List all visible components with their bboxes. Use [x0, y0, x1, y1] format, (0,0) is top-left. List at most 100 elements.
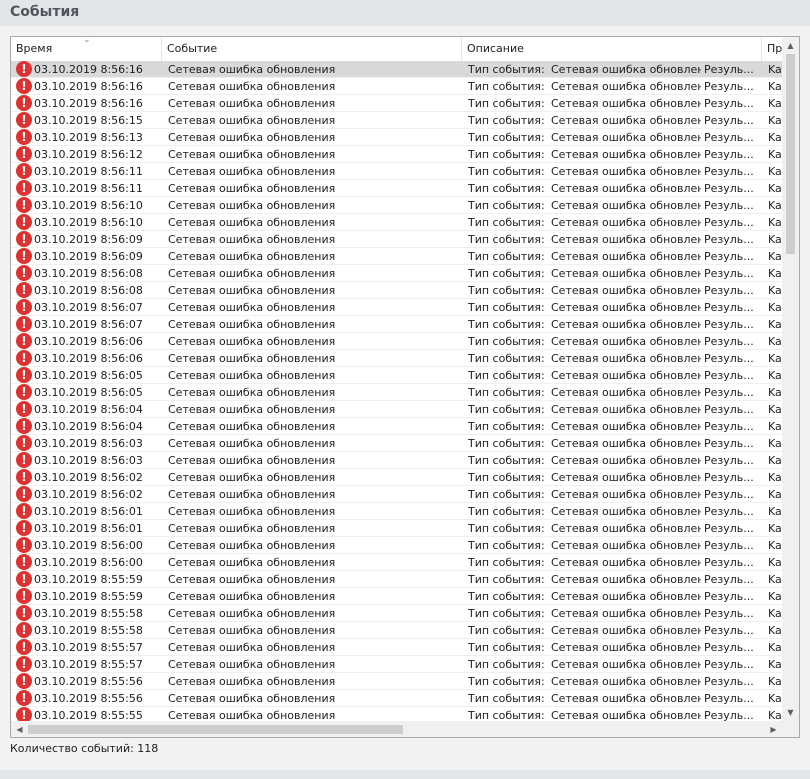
table-row[interactable]: ! 03.10.2019 8:55:58 Сетевая ошибка обновл…	[11, 622, 782, 639]
table-row[interactable]: ! 03.10.2019 8:56:01 Сетевая ошибка обновл…	[11, 503, 782, 520]
table-row[interactable]: ! 03.10.2019 8:56:03 Сетевая ошибка обновл…	[11, 452, 782, 469]
cell-event: Сетевая ошибка обновления	[168, 182, 336, 195]
table-row[interactable]: ! 03.10.2019 8:56:05 Сетевая ошибка обновл…	[11, 384, 782, 401]
horizontal-scrollbar[interactable]: ◀ ▶	[11, 721, 782, 737]
table-row[interactable]: ! 03.10.2019 8:55:59 Сетевая ошибка обновл…	[11, 571, 782, 588]
table-row[interactable]: ! 03.10.2019 8:56:16 Сетевая ошибка обновл…	[11, 61, 782, 78]
table-row[interactable]: ! 03.10.2019 8:56:10 Сетевая ошибка обновл…	[11, 214, 782, 231]
table-row[interactable]: ! 03.10.2019 8:56:03 Сетевая ошибка обновл…	[11, 435, 782, 452]
cell-product: Kas	[768, 301, 782, 314]
table-row[interactable]: ! 03.10.2019 8:55:56 Сетевая ошибка обновл…	[11, 690, 782, 707]
table-row[interactable]: ! 03.10.2019 8:56:07 Сетевая ошибка обновл…	[11, 316, 782, 333]
cell-product: Kas	[768, 369, 782, 382]
cell-description-type-value: Сетевая ошибка обновления	[551, 471, 701, 484]
cell-product: Kas	[768, 488, 782, 501]
table-row[interactable]: ! 03.10.2019 8:56:06 Сетевая ошибка обновл…	[11, 333, 782, 350]
column-header-time[interactable]: Время ⌄	[11, 37, 162, 61]
scroll-down-arrow-icon[interactable]: ▼	[782, 704, 799, 721]
cell-event: Сетевая ошибка обновления	[168, 199, 336, 212]
cell-time: 03.10.2019 8:56:11	[34, 182, 143, 195]
table-row[interactable]: ! 03.10.2019 8:56:10 Сетевая ошибка обновл…	[11, 197, 782, 214]
table-row[interactable]: ! 03.10.2019 8:56:05 Сетевая ошибка обновл…	[11, 367, 782, 384]
table-row[interactable]: ! 03.10.2019 8:55:58 Сетевая ошибка обновл…	[11, 605, 782, 622]
error-icon: !	[16, 333, 32, 349]
cell-description-type-label: Тип события:	[468, 505, 545, 518]
table-row[interactable]: ! 03.10.2019 8:56:04 Сетевая ошибка обновл…	[11, 401, 782, 418]
cell-time: 03.10.2019 8:56:16	[34, 63, 143, 76]
error-icon: !	[16, 639, 32, 655]
table-row[interactable]: ! 03.10.2019 8:55:59 Сетевая ошибка обновл…	[11, 588, 782, 605]
cell-description-result: Резуль...	[704, 335, 754, 348]
column-header-event[interactable]: Событие	[162, 37, 462, 61]
table-row[interactable]: ! 03.10.2019 8:56:01 Сетевая ошибка обновл…	[11, 520, 782, 537]
column-header-description[interactable]: Описание	[462, 37, 762, 61]
error-icon: !	[16, 486, 32, 502]
table-row[interactable]: ! 03.10.2019 8:56:00 Сетевая ошибка обновл…	[11, 554, 782, 571]
vertical-scroll-thumb[interactable]	[786, 54, 795, 254]
cell-description-type-value: Сетевая ошибка обновления	[551, 386, 701, 399]
error-icon: !	[16, 265, 32, 281]
vertical-scrollbar[interactable]: ▲ ▼	[782, 37, 799, 721]
table-row[interactable]: ! 03.10.2019 8:56:16 Сетевая ошибка обновл…	[11, 95, 782, 112]
cell-description-type-label: Тип события:	[468, 641, 545, 654]
cell-description-type-value: Сетевая ошибка обновления	[551, 692, 701, 705]
events-list[interactable]: Время ⌄ Событие Описание Про ! 03.10.2019…	[10, 36, 800, 738]
cell-time: 03.10.2019 8:56:02	[34, 488, 143, 501]
panel-header: События	[0, 0, 810, 26]
cell-time: 03.10.2019 8:56:07	[34, 318, 143, 331]
table-row[interactable]: ! 03.10.2019 8:56:16 Сетевая ошибка обновл…	[11, 78, 782, 95]
table-row[interactable]: ! 03.10.2019 8:56:09 Сетевая ошибка обновл…	[11, 231, 782, 248]
error-icon: !	[16, 231, 32, 247]
cell-description-result: Резуль...	[704, 199, 754, 212]
table-row[interactable]: ! 03.10.2019 8:56:07 Сетевая ошибка обновл…	[11, 299, 782, 316]
cell-description-type-value: Сетевая ошибка обновления	[551, 590, 701, 603]
cell-description-type-value: Сетевая ошибка обновления	[551, 131, 701, 144]
table-row[interactable]: ! 03.10.2019 8:56:11 Сетевая ошибка обновл…	[11, 163, 782, 180]
cell-description-result: Резуль...	[704, 488, 754, 501]
cell-description-type-label: Тип события:	[468, 454, 545, 467]
table-row[interactable]: ! 03.10.2019 8:56:04 Сетевая ошибка обновл…	[11, 418, 782, 435]
error-icon: !	[16, 163, 32, 179]
cell-time: 03.10.2019 8:56:09	[34, 233, 143, 246]
table-row[interactable]: ! 03.10.2019 8:56:11 Сетевая ошибка обновл…	[11, 180, 782, 197]
scroll-right-arrow-icon[interactable]: ▶	[765, 721, 782, 737]
table-row[interactable]: ! 03.10.2019 8:55:57 Сетевая ошибка обновл…	[11, 639, 782, 656]
table-row[interactable]: ! 03.10.2019 8:55:55 Сетевая ошибка обновл…	[11, 707, 782, 721]
scroll-left-arrow-icon[interactable]: ◀	[11, 721, 28, 737]
table-row[interactable]: ! 03.10.2019 8:56:08 Сетевая ошибка обновл…	[11, 282, 782, 299]
cell-description-type-label: Тип события:	[468, 182, 545, 195]
cell-product: Kas	[768, 182, 782, 195]
cell-description-type-label: Тип события:	[468, 369, 545, 382]
cell-time: 03.10.2019 8:55:56	[34, 675, 143, 688]
cell-event: Сетевая ошибка обновления	[168, 539, 336, 552]
table-row[interactable]: ! 03.10.2019 8:56:13 Сетевая ошибка обновл…	[11, 129, 782, 146]
cell-time: 03.10.2019 8:56:16	[34, 80, 143, 93]
cell-description-result: Резуль...	[704, 658, 754, 671]
table-row[interactable]: ! 03.10.2019 8:56:08 Сетевая ошибка обновл…	[11, 265, 782, 282]
cell-description-type-label: Тип события:	[468, 335, 545, 348]
horizontal-scroll-thumb[interactable]	[28, 725, 403, 734]
error-icon: !	[16, 418, 32, 434]
table-row[interactable]: ! 03.10.2019 8:56:09 Сетевая ошибка обновл…	[11, 248, 782, 265]
cell-description-type-value: Сетевая ошибка обновления	[551, 148, 701, 161]
table-row[interactable]: ! 03.10.2019 8:56:06 Сетевая ошибка обновл…	[11, 350, 782, 367]
cell-event: Сетевая ошибка обновления	[168, 165, 336, 178]
table-row[interactable]: ! 03.10.2019 8:56:02 Сетевая ошибка обновл…	[11, 486, 782, 503]
table-row[interactable]: ! 03.10.2019 8:56:12 Сетевая ошибка обновл…	[11, 146, 782, 163]
cell-time: 03.10.2019 8:56:05	[34, 369, 143, 382]
cell-product: Kas	[768, 199, 782, 212]
cell-time: 03.10.2019 8:56:03	[34, 454, 143, 467]
cell-description-type-value: Сетевая ошибка обновления	[551, 182, 701, 195]
table-row[interactable]: ! 03.10.2019 8:55:57 Сетевая ошибка обновл…	[11, 656, 782, 673]
table-row[interactable]: ! 03.10.2019 8:56:00 Сетевая ошибка обновл…	[11, 537, 782, 554]
cell-time: 03.10.2019 8:56:00	[34, 539, 143, 552]
scroll-up-arrow-icon[interactable]: ▲	[782, 37, 799, 54]
cell-description-type-value: Сетевая ошибка обновления	[551, 63, 701, 76]
table-row[interactable]: ! 03.10.2019 8:56:15 Сетевая ошибка обновл…	[11, 112, 782, 129]
cell-event: Сетевая ошибка обновления	[168, 420, 336, 433]
error-icon: !	[16, 61, 32, 77]
cell-event: Сетевая ошибка обновления	[168, 675, 336, 688]
error-icon: !	[16, 384, 32, 400]
table-row[interactable]: ! 03.10.2019 8:55:56 Сетевая ошибка обновл…	[11, 673, 782, 690]
table-row[interactable]: ! 03.10.2019 8:56:02 Сетевая ошибка обновл…	[11, 469, 782, 486]
